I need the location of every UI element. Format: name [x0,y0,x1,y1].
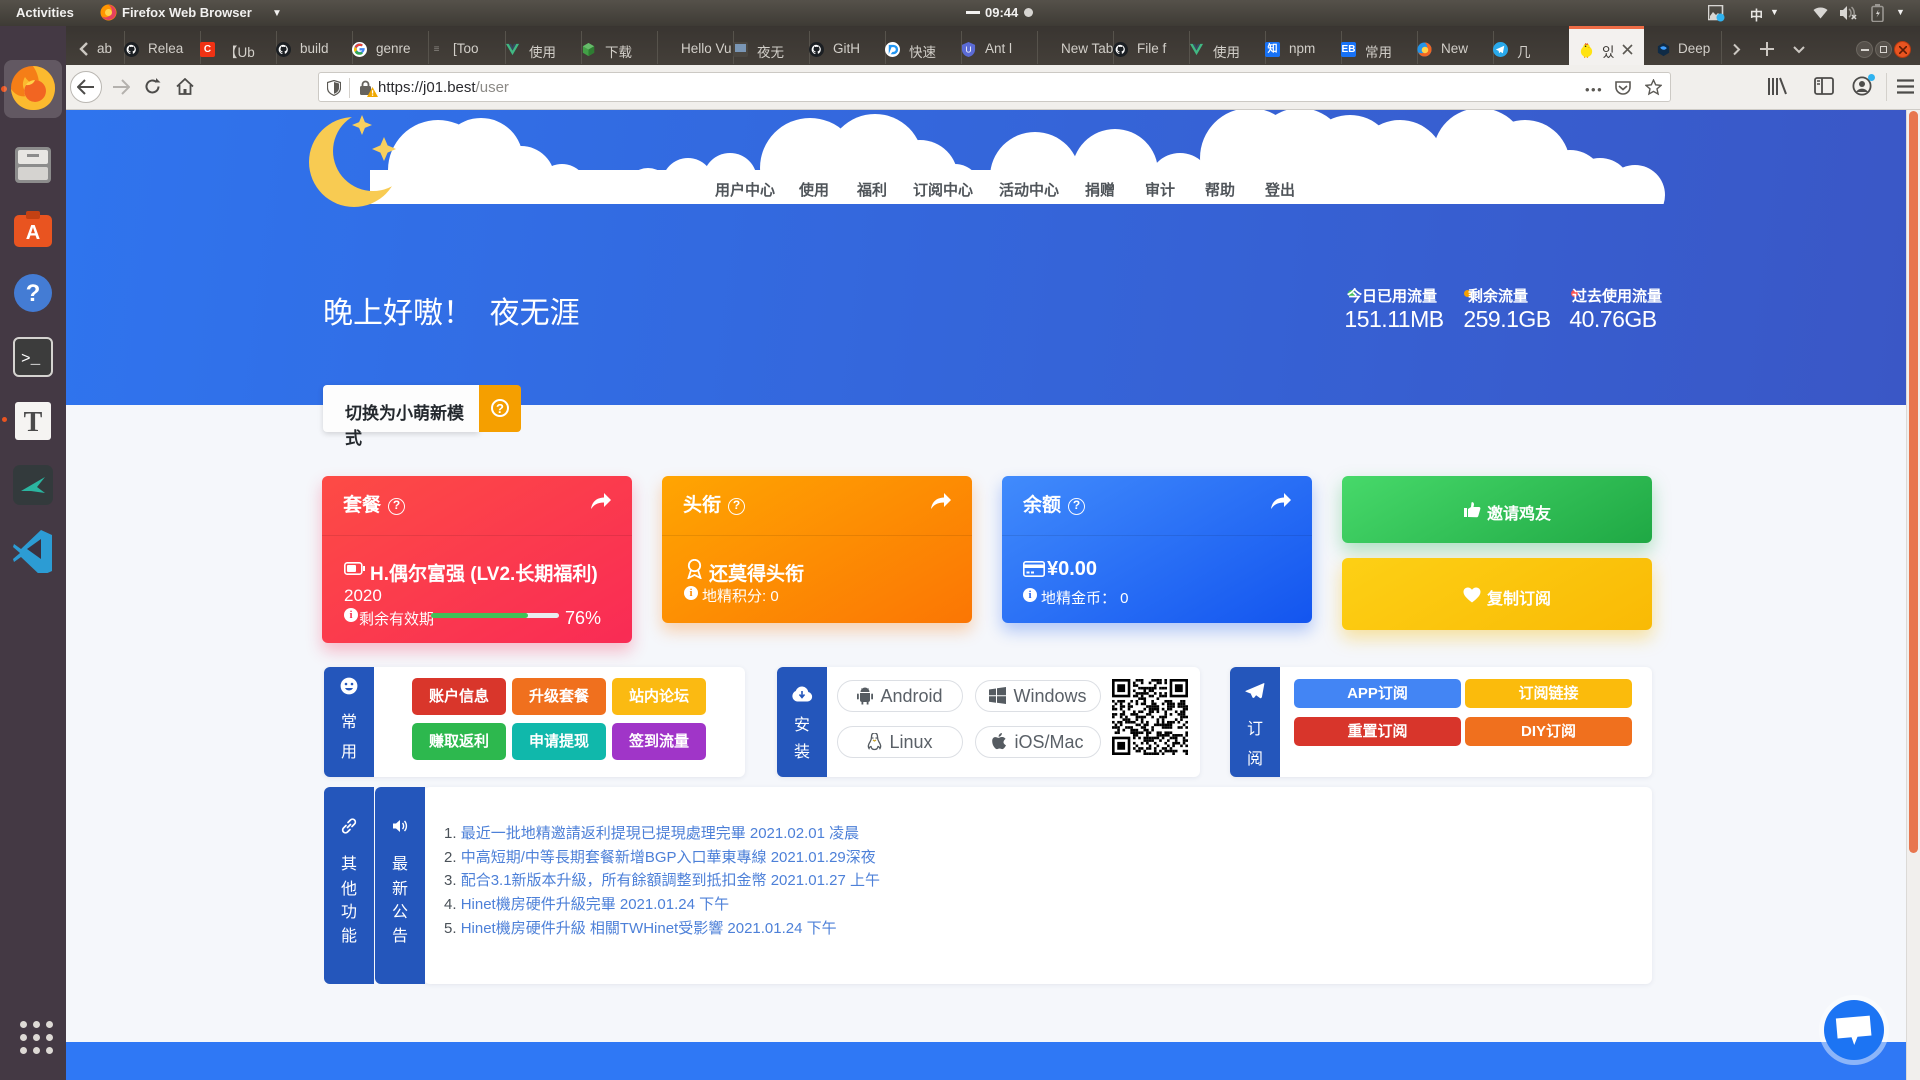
svg-text:U: U [965,44,971,54]
svg-text:A: A [26,222,40,244]
svg-text:T: T [24,407,43,438]
svg-text:>_: >_ [21,350,41,368]
svg-text:?: ? [26,280,41,307]
